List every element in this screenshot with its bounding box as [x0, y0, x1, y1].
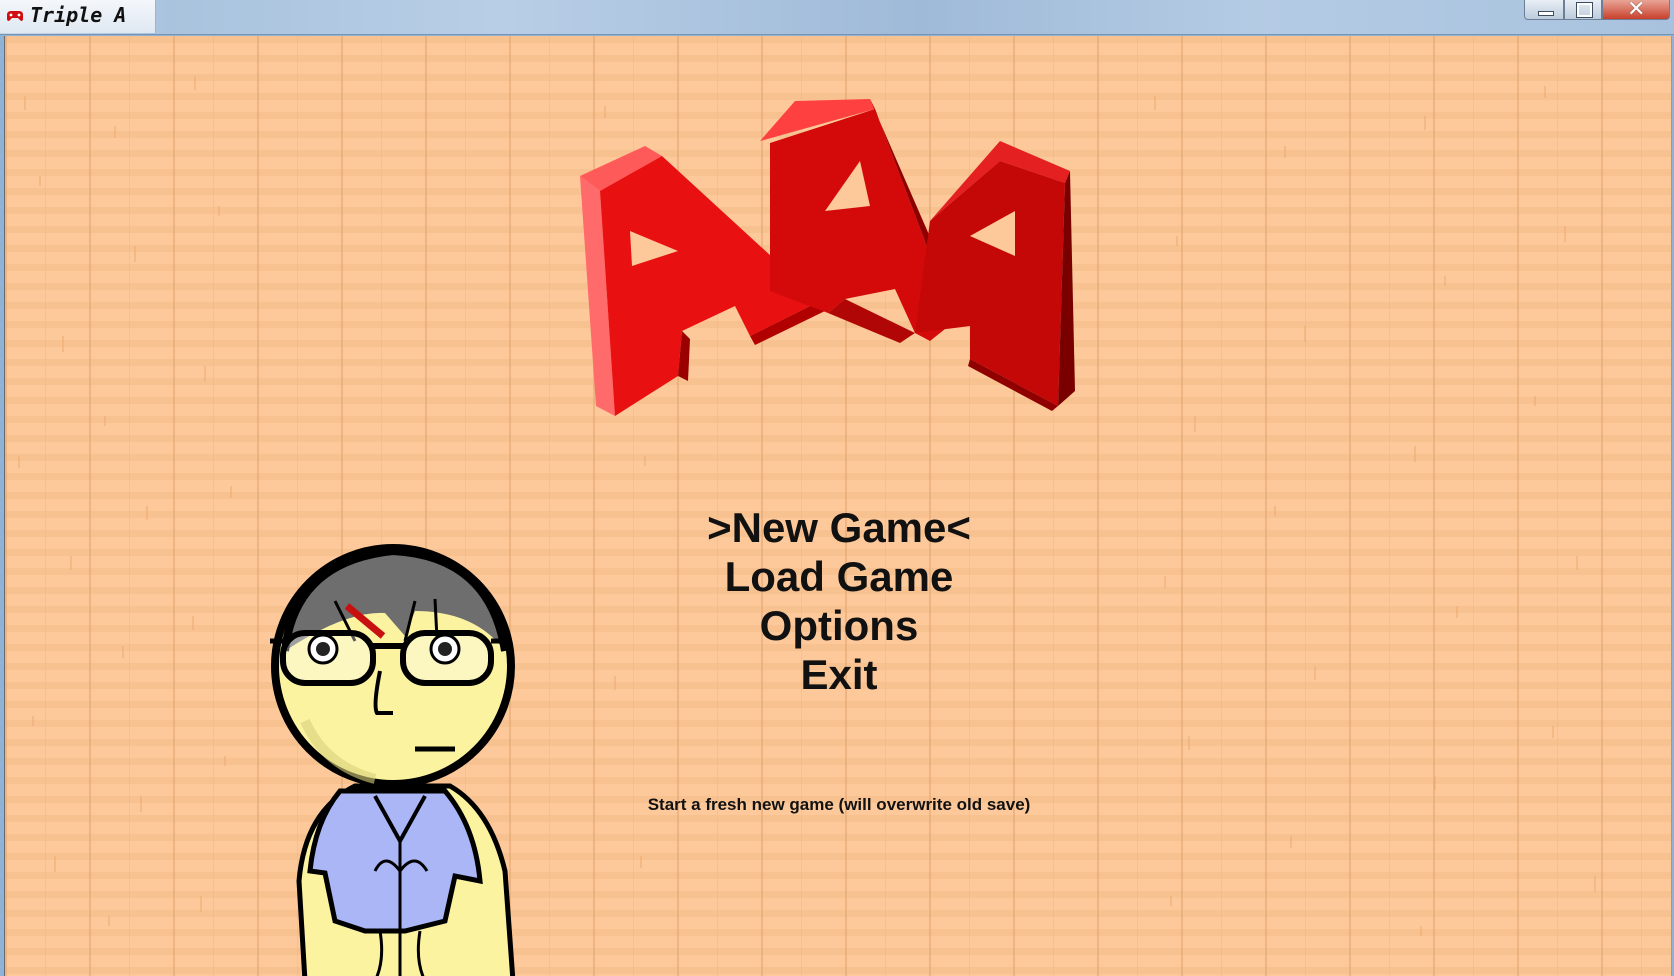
- menu-hint-text: Start a fresh new game (will overwrite o…: [647, 795, 1031, 814]
- menu-item-options[interactable]: Options: [539, 601, 1139, 650]
- maximize-icon: [1576, 2, 1593, 18]
- title-bar[interactable]: Triple A ✕: [0, 0, 1674, 35]
- game-window: Triple A ✕ >New Game< Load Game Options …: [0, 0, 1674, 976]
- character-body: [296, 783, 516, 976]
- menu-item-new-game[interactable]: >New Game<: [539, 503, 1139, 552]
- main-menu: >New Game< Load Game Options Exit: [539, 503, 1139, 699]
- logo-letter-a-right: [915, 141, 1075, 411]
- player-character: [270, 544, 516, 976]
- maximize-button[interactable]: [1564, 0, 1602, 20]
- aaa-logo: [580, 99, 1075, 416]
- minimize-button[interactable]: [1524, 0, 1564, 20]
- menu-item-load-game[interactable]: Load Game: [539, 552, 1139, 601]
- close-icon: ✕: [1627, 0, 1646, 22]
- game-canvas[interactable]: >New Game< Load Game Options Exit Start …: [4, 36, 1672, 976]
- red-controller-icon: [6, 9, 24, 27]
- title-tab: Triple A: [0, 0, 156, 33]
- menu-item-exit[interactable]: Exit: [539, 650, 1139, 699]
- minimize-icon: [1538, 11, 1554, 16]
- window-title: Triple A: [30, 3, 127, 27]
- close-button[interactable]: ✕: [1602, 0, 1670, 22]
